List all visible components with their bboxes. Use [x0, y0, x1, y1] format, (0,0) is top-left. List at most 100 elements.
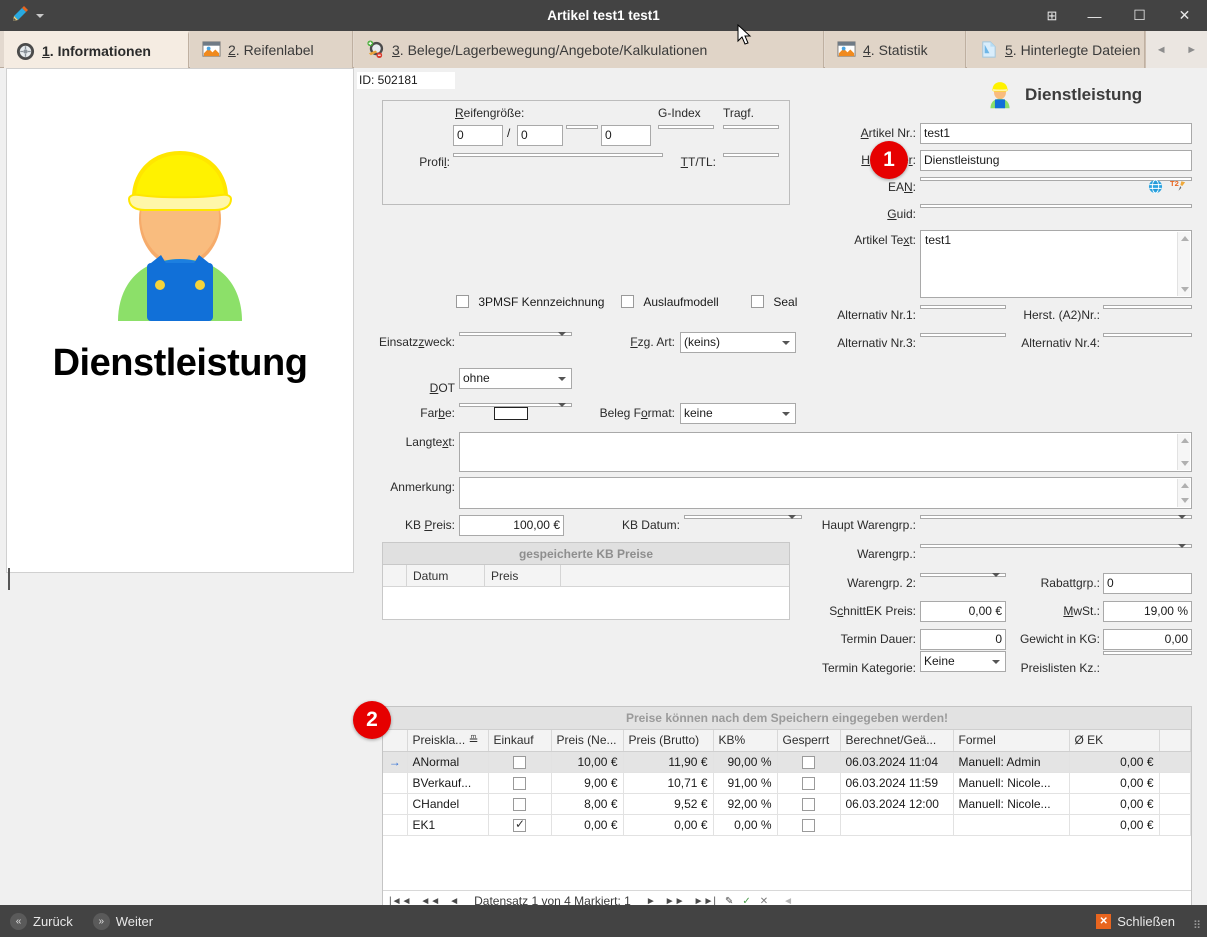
weiter-button[interactable]: » Weiter: [83, 912, 163, 930]
schnittek-input[interactable]: 0,00 €: [920, 601, 1006, 622]
checkbox-einkauf[interactable]: [513, 817, 526, 832]
checkbox-gesperrt[interactable]: [802, 818, 815, 832]
mwst-input[interactable]: 19,00 %: [1103, 601, 1192, 622]
cell-einkauf-checkbox[interactable]: [488, 772, 552, 794]
tab-statistik[interactable]: 4. Statistik: [825, 31, 966, 68]
gindex-input[interactable]: [658, 125, 714, 129]
beleg-format-combo[interactable]: keine: [680, 403, 796, 424]
cell-gesperrt-checkbox[interactable]: [777, 793, 841, 815]
close-button[interactable]: ✕: [1162, 0, 1207, 31]
price-col-formel[interactable]: Formel: [953, 730, 1070, 752]
cell-gesperrt-checkbox[interactable]: [777, 814, 841, 836]
price-col-einkauf[interactable]: Einkauf: [488, 730, 552, 752]
kb-col-datum[interactable]: Datum: [407, 565, 485, 586]
price-col-preis-brutto[interactable]: Preis (Brutto): [623, 730, 714, 752]
kb-preis-input[interactable]: 100,00 €: [459, 515, 564, 536]
guid-input[interactable]: [920, 204, 1192, 208]
globe-icon[interactable]: [1148, 179, 1163, 194]
schliessen-button[interactable]: ✕ Schließen: [1086, 913, 1207, 929]
checkbox-seal-box[interactable]: [751, 295, 764, 309]
tab-hinterlegte-dateien[interactable]: 5. Hinterlegte Dateien: [967, 31, 1145, 68]
price-col-kb-percent[interactable]: KB%: [713, 730, 778, 752]
scroll-down-icon[interactable]: [1181, 461, 1189, 466]
tragf-input[interactable]: [723, 125, 779, 129]
chevron-down-icon[interactable]: [558, 403, 566, 407]
artikel-text-textarea[interactable]: test1: [920, 230, 1192, 298]
size-height-input[interactable]: 0: [517, 125, 563, 146]
resize-grip[interactable]: ⠿: [1193, 919, 1202, 932]
termin-kategorie-combo[interactable]: Keine: [920, 651, 1006, 672]
price-col-gesperrt[interactable]: Gesperrt: [777, 730, 841, 752]
price-col-oek[interactable]: Ø EK: [1069, 730, 1160, 752]
cell-gesperrt-checkbox[interactable]: [777, 751, 841, 773]
tab-scroll-nav[interactable]: ◄ ►: [1145, 31, 1207, 68]
tab-informationen[interactable]: 1. Informationen: [4, 31, 189, 68]
chevron-down-icon[interactable]: [782, 411, 790, 416]
zurueck-button[interactable]: « Zurück: [0, 912, 83, 930]
warengrp-combo[interactable]: [920, 544, 1192, 548]
alternativ-nr4-input[interactable]: [1103, 333, 1192, 337]
alternativ-nr1-input[interactable]: [920, 305, 1006, 309]
herst-a2-input[interactable]: [1103, 305, 1192, 309]
chevron-down-icon[interactable]: [992, 573, 1000, 577]
profil-input[interactable]: [453, 153, 663, 157]
hersteller-input[interactable]: Dienstleistung: [920, 150, 1192, 171]
scroll-down-icon[interactable]: [1181, 498, 1189, 503]
checkbox-seal[interactable]: Seal: [751, 294, 797, 309]
tttl-input[interactable]: [723, 153, 779, 157]
alternativ-nr3-input[interactable]: [920, 333, 1006, 337]
artikel-nr-input[interactable]: test1: [920, 123, 1192, 144]
chevron-down-icon[interactable]: [558, 332, 566, 336]
price-col-preisklasse[interactable]: Preiskla... ≞: [407, 730, 489, 752]
warengrp2-combo[interactable]: [920, 573, 1006, 577]
size-construction-input[interactable]: [566, 125, 598, 129]
termin-dauer-input[interactable]: 0: [920, 629, 1006, 650]
langtext-scrollbar[interactable]: [1177, 434, 1190, 470]
scroll-down-icon[interactable]: [1181, 287, 1189, 292]
maximize-button[interactable]: ☐: [1117, 0, 1162, 31]
scroll-up-icon[interactable]: [1181, 483, 1189, 488]
tab-scroll-prev-icon[interactable]: ◄: [1156, 44, 1167, 56]
artikel-text-scrollbar[interactable]: [1177, 232, 1190, 296]
t24-icon[interactable]: T2: [1170, 178, 1187, 194]
size-rim-input[interactable]: 0: [601, 125, 651, 146]
einsatzzweck-combo[interactable]: [459, 332, 572, 336]
farbe-combo[interactable]: [459, 403, 572, 420]
langtext-textarea[interactable]: [459, 432, 1192, 472]
preislisten-kz-input[interactable]: [1103, 651, 1192, 655]
checkbox-gesperrt[interactable]: [802, 776, 815, 790]
gewicht-input[interactable]: 0,00: [1103, 629, 1192, 650]
dot-combo[interactable]: ohne: [459, 368, 572, 389]
checkbox-auslaufmodell[interactable]: Auslaufmodell: [621, 294, 719, 309]
tab-belege[interactable]: 3. Belege/Lagerbewegung/Angebote/Kalkula…: [354, 31, 824, 68]
cell-einkauf-checkbox[interactable]: [488, 793, 552, 815]
table-row[interactable]: → ANormal 10,00 €11,90 €90,00 % 06.03.2024 …: [383, 751, 1191, 773]
table-row[interactable]: BVerkauf... 9,00 €10,71 €91,00 % 06.03.202…: [383, 772, 1191, 794]
table-row[interactable]: EK10,00 €0,00 €0,00 %0,00 €: [383, 814, 1191, 836]
size-width-input[interactable]: 0: [453, 125, 503, 146]
cell-einkauf-checkbox[interactable]: [488, 814, 552, 836]
minimize-button[interactable]: —: [1072, 0, 1117, 31]
checkbox-einkauf[interactable]: [513, 797, 526, 811]
table-row[interactable]: CHandel 8,00 €9,52 €92,00 % 06.03.2024 12:…: [383, 793, 1191, 815]
scroll-up-icon[interactable]: [1181, 236, 1189, 241]
chevron-down-icon[interactable]: [782, 340, 790, 345]
checkbox-3pmsf[interactable]: 3PMSF Kennzeichnung: [456, 294, 604, 309]
checkbox-gesperrt[interactable]: [802, 755, 815, 769]
chevron-down-icon[interactable]: [558, 376, 566, 381]
kb-datum-combo[interactable]: [684, 515, 802, 519]
tab-reifenlabel[interactable]: 2. Reifenlabel: [190, 31, 353, 68]
checkbox-auslaufmodell-box[interactable]: [621, 295, 634, 309]
chevron-down-icon[interactable]: [992, 659, 1000, 664]
cell-gesperrt-checkbox[interactable]: [777, 772, 841, 794]
scroll-up-icon[interactable]: [1181, 438, 1189, 443]
anmerkung-textarea[interactable]: [459, 477, 1192, 509]
checkbox-einkauf[interactable]: [513, 776, 526, 790]
checkbox-gesperrt[interactable]: [802, 797, 815, 811]
price-col-preis-netto[interactable]: Preis (Ne...: [551, 730, 624, 752]
price-col-berechnet[interactable]: Berechnet/Geä...: [840, 730, 954, 752]
cell-einkauf-checkbox[interactable]: [488, 751, 552, 773]
chevron-down-icon[interactable]: [1178, 515, 1186, 519]
kb-col-indicator[interactable]: [383, 565, 407, 586]
price-col-indicator[interactable]: [383, 730, 408, 752]
